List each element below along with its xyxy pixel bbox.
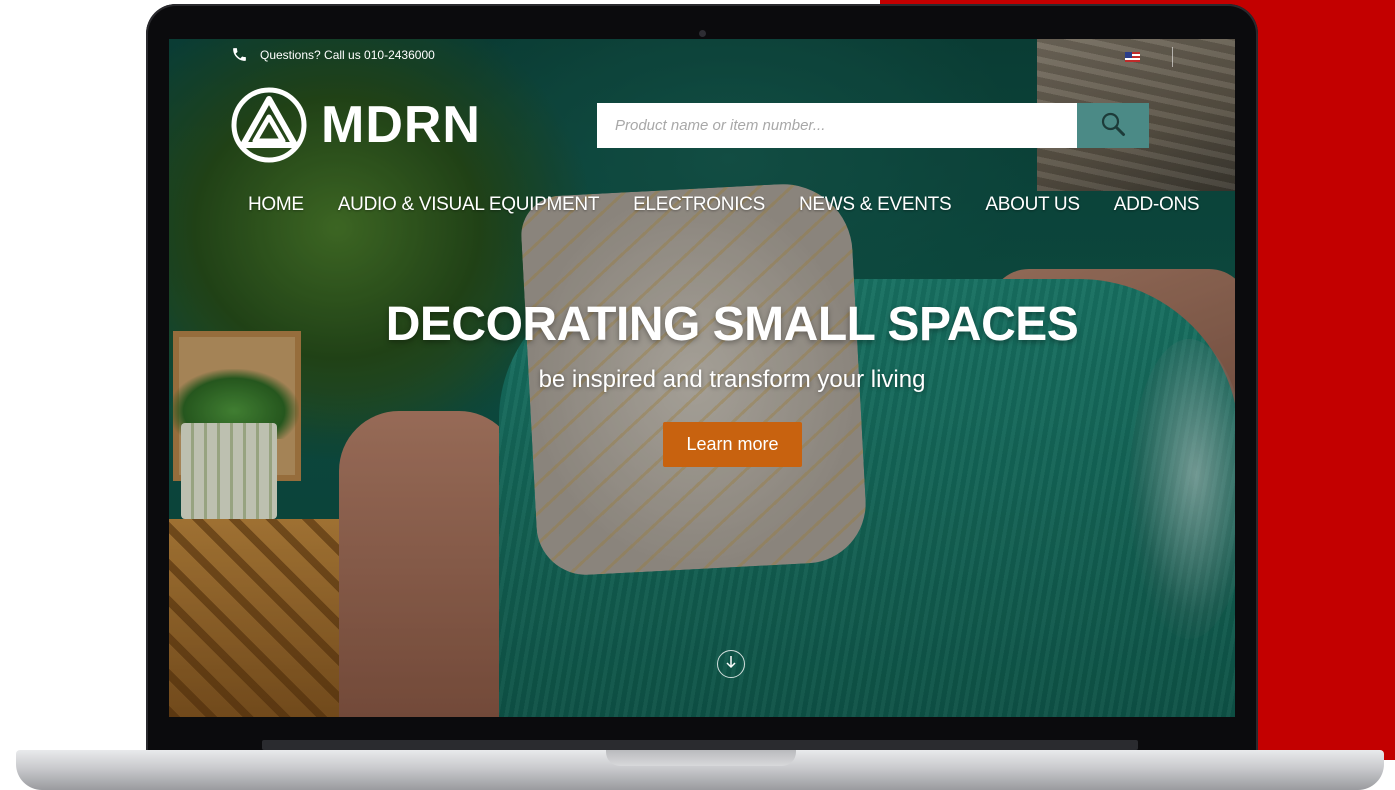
scroll-down-button[interactable] <box>717 650 745 678</box>
website-screen: Questions? Call us 010-2436000 MDRN Prod… <box>169 39 1235 717</box>
hero-title: DECORATING SMALL SPACES <box>385 298 1079 351</box>
contact-info: Questions? Call us 010-2436000 <box>231 46 435 63</box>
laptop-notch <box>606 750 796 766</box>
laptop-hinge <box>262 740 1138 750</box>
main-nav: HOME AUDIO & VISUAL EQUIPMENT ELECTRONIC… <box>248 194 1200 216</box>
contact-phone-text: Questions? Call us 010-2436000 <box>260 47 435 62</box>
logo-text: MDRN <box>321 96 481 154</box>
search-input[interactable] <box>597 103 1077 148</box>
us-flag-icon[interactable] <box>1125 52 1140 62</box>
search-icon <box>1100 111 1126 140</box>
phone-icon <box>231 46 248 63</box>
nav-item-electronics[interactable]: ELECTRONICS <box>633 194 765 216</box>
utility-divider <box>1172 47 1173 67</box>
site-logo[interactable]: MDRN <box>231 87 481 163</box>
camera-icon <box>699 30 706 37</box>
nav-item-about-us[interactable]: ABOUT US <box>985 194 1080 216</box>
nav-item-add-ons[interactable]: ADD-ONS <box>1114 194 1200 216</box>
hero-subtitle: be inspired and transform your living <box>538 366 926 393</box>
logo-mark-icon <box>231 87 307 163</box>
arrow-down-circle-icon <box>725 655 737 674</box>
nav-item-audio-visual[interactable]: AUDIO & VISUAL EQUIPMENT <box>338 194 600 216</box>
search-bar <box>597 103 1149 148</box>
nav-item-news-events[interactable]: NEWS & EVENTS <box>799 194 952 216</box>
nav-item-home[interactable]: HOME <box>248 194 304 216</box>
learn-more-button[interactable]: Learn more <box>663 422 802 467</box>
search-button[interactable] <box>1077 103 1149 148</box>
